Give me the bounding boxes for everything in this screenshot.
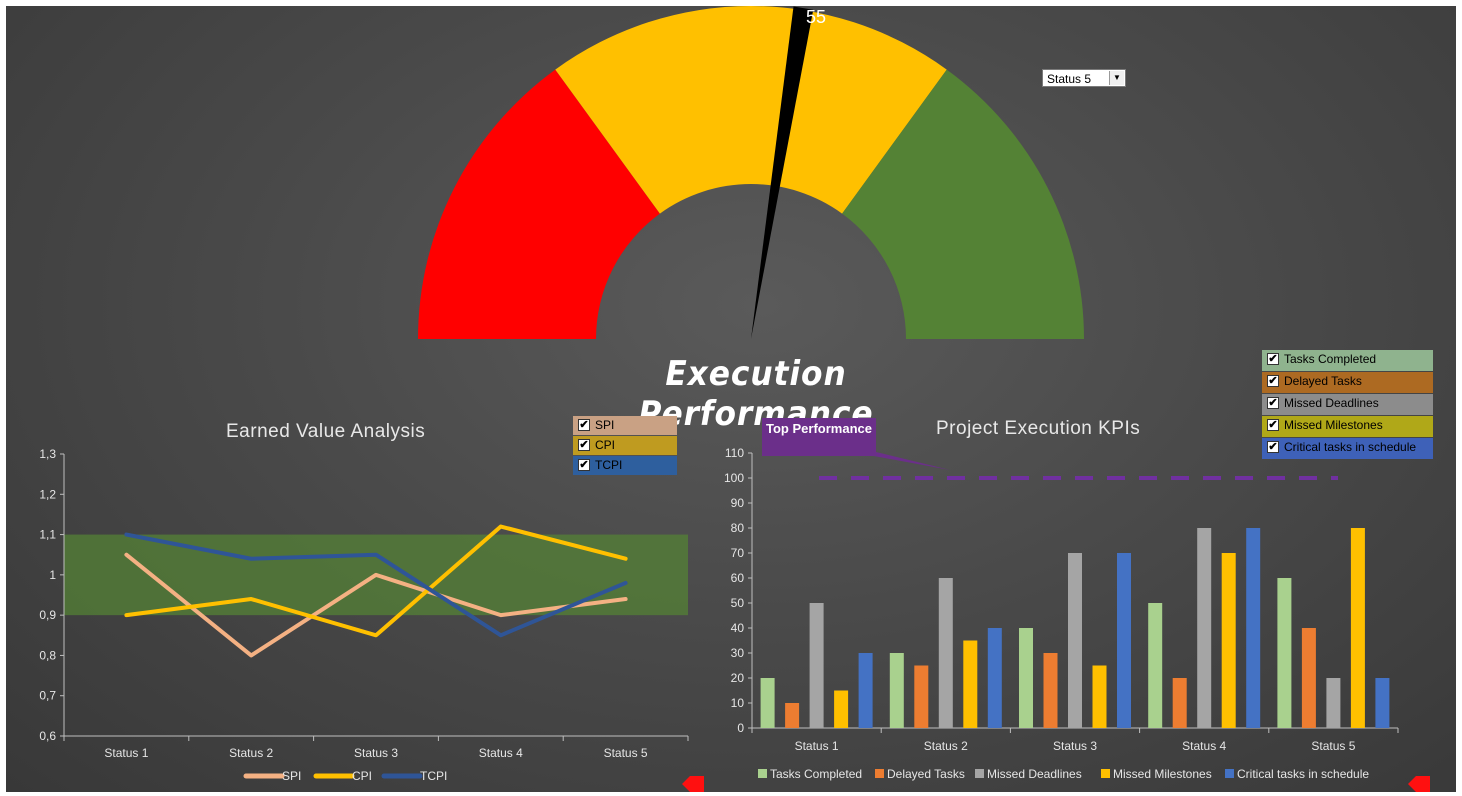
bar-delayed-tasks: [1043, 653, 1058, 728]
bar-tasks-completed: [1277, 578, 1292, 728]
bar-tasks-completed: [760, 678, 775, 728]
bar-critical-tasks-in-schedule: [858, 653, 873, 728]
bar-missed-deadlines: [938, 578, 953, 728]
kpi-checkbox-tasks-completed[interactable]: ✔ Tasks Completed: [1262, 350, 1433, 371]
checkbox-icon[interactable]: ✔: [1267, 375, 1279, 387]
y-tick-label: 10: [731, 696, 745, 710]
bar-critical-tasks-in-schedule: [1117, 553, 1131, 728]
checkbox-label: SPI: [595, 418, 615, 432]
checkbox-icon[interactable]: ✔: [578, 439, 590, 451]
checkbox-icon[interactable]: ✔: [578, 419, 590, 431]
x-tick-label: Status 4: [1182, 739, 1226, 753]
bar-critical-tasks-in-schedule: [1375, 678, 1390, 728]
bar-missed-milestones: [1350, 528, 1365, 728]
checkbox-label: CPI: [595, 438, 616, 452]
y-tick-label: 0: [737, 721, 744, 735]
checkbox-label: Critical tasks in schedule: [1284, 440, 1417, 454]
y-tick-label: 40: [731, 621, 745, 635]
y-tick-label: 20: [731, 671, 745, 685]
status-dropdown[interactable]: Status 5 ▼: [1042, 69, 1126, 87]
checkbox-label: Missed Milestones: [1284, 418, 1383, 432]
bar-missed-milestones: [963, 640, 978, 728]
y-tick-label: 100: [724, 471, 744, 485]
bar-tasks-completed: [1148, 603, 1163, 728]
legend-label: Missed Deadlines: [987, 767, 1082, 781]
legend-swatch: [975, 769, 984, 778]
legend-swatch: [758, 769, 767, 778]
checkbox-icon[interactable]: ✔: [1267, 441, 1279, 453]
y-tick-label: 30: [731, 646, 745, 660]
y-tick-label: 110: [725, 446, 744, 460]
ev-checkbox-cpi[interactable]: ✔ CPI: [573, 436, 677, 455]
legend-label: Missed Milestones: [1113, 767, 1212, 781]
y-tick-label: 50: [731, 596, 745, 610]
legend-swatch: [1225, 769, 1234, 778]
checkbox-icon[interactable]: ✔: [1267, 397, 1279, 409]
kpi-checkbox-missed-deadlines[interactable]: ✔ Missed Deadlines: [1262, 394, 1433, 415]
ev-checkbox-tcpi[interactable]: ✔ TCPI: [573, 456, 677, 475]
earned-value-title: Earned Value Analysis: [226, 421, 426, 442]
bar-delayed-tasks: [914, 665, 929, 728]
checkbox-label: Tasks Completed: [1284, 352, 1377, 366]
bar-missed-milestones: [834, 690, 849, 728]
y-tick-label: 90: [731, 496, 745, 510]
kpi-checkbox-missed-milestones[interactable]: ✔ Missed Milestones: [1262, 416, 1433, 437]
bar-delayed-tasks: [785, 703, 800, 728]
bar-tasks-completed: [1019, 628, 1033, 728]
x-tick-label: Status 1: [795, 739, 839, 753]
checkbox-label: TCPI: [595, 458, 623, 472]
y-tick-label: 80: [731, 521, 745, 535]
x-tick-label: Status 5: [1311, 739, 1355, 753]
bar-missed-deadlines: [809, 603, 824, 728]
bar-critical-tasks-in-schedule: [987, 628, 1002, 728]
top-performance-callout: Top Performance: [762, 418, 876, 456]
kpi-checkbox-delayed-tasks[interactable]: ✔ Delayed Tasks: [1262, 372, 1433, 393]
y-tick-label: 70: [731, 546, 745, 560]
dashboard-panel: 0,6 0,7 0,8 0,9 1 1,1 1,2 1,3 Status 1 Status 2 St…: [6, 6, 1456, 792]
kpi-checkbox-critical-tasks-in-schedule[interactable]: ✔ Critical tasks in schedule: [1262, 438, 1433, 459]
checkbox-icon[interactable]: ✔: [1267, 419, 1279, 431]
bar-missed-deadlines: [1326, 678, 1341, 728]
checkbox-icon[interactable]: ✔: [578, 459, 590, 471]
bar-missed-milestones: [1092, 665, 1107, 728]
bar-delayed-tasks: [1301, 628, 1316, 728]
ev-checkbox-spi[interactable]: ✔ SPI: [573, 416, 677, 435]
scroll-left-marker-2[interactable]: [1406, 776, 1436, 792]
bar-missed-milestones: [1221, 553, 1236, 728]
scroll-left-marker[interactable]: [680, 776, 710, 792]
bar-tasks-completed: [889, 653, 904, 728]
legend-label: Delayed Tasks: [887, 767, 965, 781]
checkbox-label: Missed Deadlines: [1284, 396, 1379, 410]
legend-swatch: [875, 769, 884, 778]
legend-label: Critical tasks in schedule: [1237, 767, 1369, 781]
status-dropdown-value: Status 5: [1047, 72, 1092, 86]
kpi-title: Project Execution KPIs: [936, 418, 1141, 439]
bar-missed-deadlines: [1068, 553, 1082, 728]
gauge-value: 55: [805, 7, 827, 27]
legend-swatch: [1101, 769, 1110, 778]
x-tick-label: Status 2: [924, 739, 968, 753]
x-tick-label: Status 3: [1053, 739, 1097, 753]
checkbox-label: Delayed Tasks: [1284, 374, 1362, 388]
chevron-down-icon[interactable]: ▼: [1109, 71, 1124, 85]
legend-label: Tasks Completed: [770, 767, 862, 781]
y-tick-label: 60: [731, 571, 745, 585]
bar-missed-deadlines: [1197, 528, 1212, 728]
bar-critical-tasks-in-schedule: [1246, 528, 1261, 728]
checkbox-icon[interactable]: ✔: [1267, 353, 1279, 365]
bar-delayed-tasks: [1172, 678, 1187, 728]
